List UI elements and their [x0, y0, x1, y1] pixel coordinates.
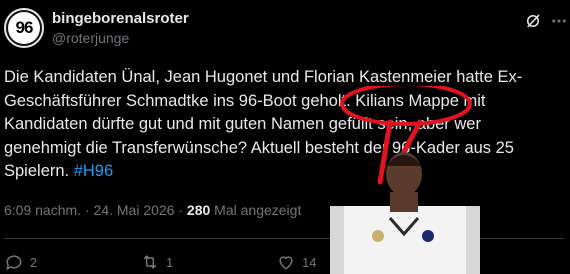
reply-icon	[6, 255, 22, 271]
tweet-text: Die Kandidaten Ünal, Jean Hugonet und Fl…	[4, 66, 560, 184]
like-button[interactable]: 14	[276, 252, 316, 272]
more-icon[interactable]	[550, 12, 568, 30]
reply-button[interactable]: 2	[4, 252, 37, 272]
grok-icon[interactable]	[524, 12, 542, 30]
avatar-logo: 96	[8, 12, 40, 44]
view-count: 280	[186, 202, 211, 218]
hashtag-link[interactable]: #H96	[74, 162, 113, 180]
tweet-date[interactable]: 24. Mai 2026	[94, 202, 175, 218]
view-count-label: Mal angezeigt	[210, 202, 302, 218]
tweet-meta: 6:09 nachm. · 24. Mai 2026 · 280 Mal ang…	[4, 202, 301, 218]
meta-separator-2: ·	[174, 202, 187, 218]
reply-count: 2	[30, 254, 38, 270]
like-count: 14	[302, 254, 317, 270]
repost-icon	[143, 255, 157, 269]
repost-button[interactable]: 1	[140, 252, 173, 272]
avatar[interactable]: 96	[4, 8, 44, 48]
repost-count: 1	[166, 254, 174, 270]
author-handle[interactable]: @roterjunge	[52, 30, 129, 46]
like-icon	[279, 256, 293, 270]
divider	[4, 238, 564, 239]
tweet-time[interactable]: 6:09 nachm.	[4, 202, 81, 218]
author-name[interactable]: bingeborenalsroter	[52, 10, 189, 27]
meta-separator: ·	[81, 202, 94, 218]
